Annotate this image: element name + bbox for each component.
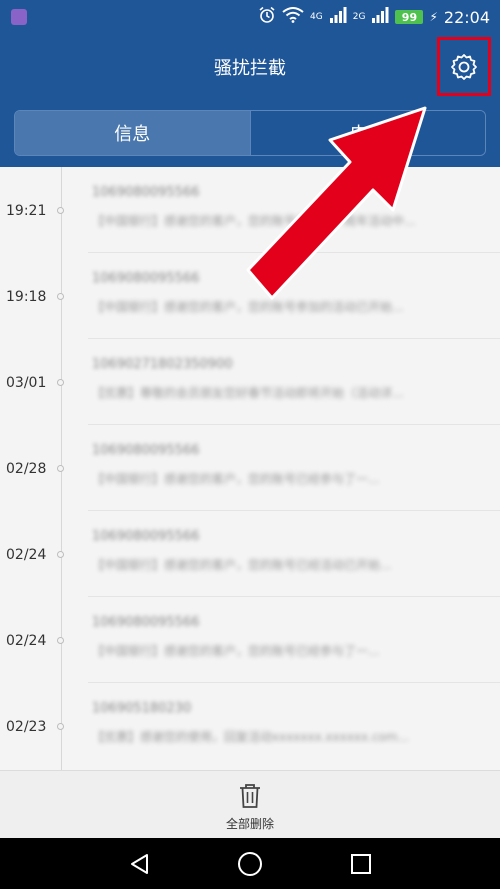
list-item[interactable]: 02/24 1069080095566 【中国银行】感谢您的客户，您的账号已经参… xyxy=(0,597,500,683)
status-bar: 4G 2G 99 ⚡ 22:04 xyxy=(0,0,500,34)
gear-icon xyxy=(451,53,477,80)
list-item[interactable]: 02/24 1069080095566 【中国银行】感谢您的客户，您的账号已经活… xyxy=(0,511,500,597)
message-preview: 【中国银行】感谢您的客户，您的账号已经活动已开始... xyxy=(92,558,392,572)
back-button[interactable] xyxy=(126,850,154,878)
message-sender: 1069080095566 xyxy=(92,443,200,458)
bottom-action-bar: 全部删除 xyxy=(0,770,500,838)
list-item[interactable]: 02/28 1069080095566 【中国银行】感谢您的客户，您的账号已经参… xyxy=(0,425,500,511)
charging-icon: ⚡ xyxy=(429,10,438,24)
app-root: 4G 2G 99 ⚡ 22:04 骚扰拦截 信息 电话 19:21 106908… xyxy=(0,0,500,889)
message-sender: 10690271802350900 xyxy=(92,357,233,372)
timeline-dot xyxy=(57,551,64,558)
settings-button[interactable] xyxy=(437,37,491,96)
tab-calls[interactable]: 电话 xyxy=(249,111,485,155)
delete-all-button[interactable]: 全部删除 xyxy=(200,771,300,839)
list-item[interactable]: 19:21 1069080095566 【中国银行】感谢您的客户，您的账号参加的… xyxy=(0,167,500,253)
delete-all-label: 全部删除 xyxy=(225,817,274,831)
back-triangle-icon xyxy=(131,854,148,874)
title-bar: 骚扰拦截 xyxy=(0,34,500,104)
message-time: 03/01 xyxy=(6,375,47,391)
message-sender: 1069080095566 xyxy=(92,529,200,544)
list-item[interactable]: 19:18 1069080095566 【中国银行】感谢您的客户，您的账号参加的… xyxy=(0,253,500,339)
header: 4G 2G 99 ⚡ 22:04 骚扰拦截 信息 电话 xyxy=(0,0,500,167)
page-title: 骚扰拦截 xyxy=(214,58,286,79)
message-preview: 【中国银行】感谢您的客户，您的账号参加的活动已开始... xyxy=(92,300,404,314)
recents-button[interactable] xyxy=(347,850,375,878)
status-time: 22:04 xyxy=(443,7,490,27)
tab-messages[interactable]: 信息 xyxy=(15,111,250,155)
message-sender: 106905180230 xyxy=(92,701,192,716)
message-sender: 1069080095566 xyxy=(92,615,200,630)
signal-bars-icon xyxy=(371,7,389,27)
status-icons: 4G 2G 99 ⚡ 22:04 xyxy=(258,6,490,28)
message-preview: 【优惠】尊敬的会员朋友您好春节活动即将开始（活动详... xyxy=(92,386,404,400)
timeline-dot xyxy=(57,293,64,300)
message-preview: 【中国银行】感谢您的客户，您的账号已经参与了一... xyxy=(92,644,380,658)
message-time: 02/28 xyxy=(6,461,47,477)
message-preview: 【优惠】感谢您的使用，回复活动xxxxxxx.xxxxxx.com... xyxy=(92,730,410,744)
wifi-icon xyxy=(282,7,304,27)
blocked-message-list: 19:21 1069080095566 【中国银行】感谢您的客户，您的账号参加的… xyxy=(0,167,500,770)
alarm-icon xyxy=(258,6,276,28)
message-time: 19:21 xyxy=(6,203,47,219)
message-preview: 【中国银行】感谢您的客户，您的账号参加的一周年活动中... xyxy=(92,214,416,228)
message-time: 19:18 xyxy=(6,289,47,305)
message-time: 02/23 xyxy=(6,719,47,735)
signal-bars-icon xyxy=(329,7,347,27)
timeline-dot xyxy=(57,637,64,644)
message-preview: 【中国银行】感谢您的客户，您的账号已经参与了一... xyxy=(92,472,380,486)
gallery-notification-icon xyxy=(11,9,27,25)
tab-bar: 信息 电话 xyxy=(14,110,486,156)
timeline-dot xyxy=(57,465,64,472)
timeline-dot xyxy=(57,379,64,386)
timeline-dot xyxy=(57,207,64,214)
message-time: 02/24 xyxy=(6,633,47,649)
navigation-bar xyxy=(0,838,500,889)
list-item[interactable]: 03/01 10690271802350900 【优惠】尊敬的会员朋友您好春节活… xyxy=(0,339,500,425)
home-circle-icon xyxy=(238,852,262,876)
list-item[interactable]: 02/23 106905180230 【优惠】感谢您的使用，回复活动xxxxxx… xyxy=(0,683,500,769)
message-sender: 1069080095566 xyxy=(92,185,200,200)
message-sender: 1069080095566 xyxy=(92,271,200,286)
signal-2g-label: 2G xyxy=(352,11,366,22)
home-button[interactable] xyxy=(236,850,264,878)
battery-icon: 99 xyxy=(395,10,424,24)
timeline-dot xyxy=(57,723,64,730)
trash-icon xyxy=(240,784,260,808)
recents-square-icon xyxy=(351,854,371,874)
signal-4g-label: 4G xyxy=(310,11,323,22)
message-time: 02/24 xyxy=(6,547,47,563)
